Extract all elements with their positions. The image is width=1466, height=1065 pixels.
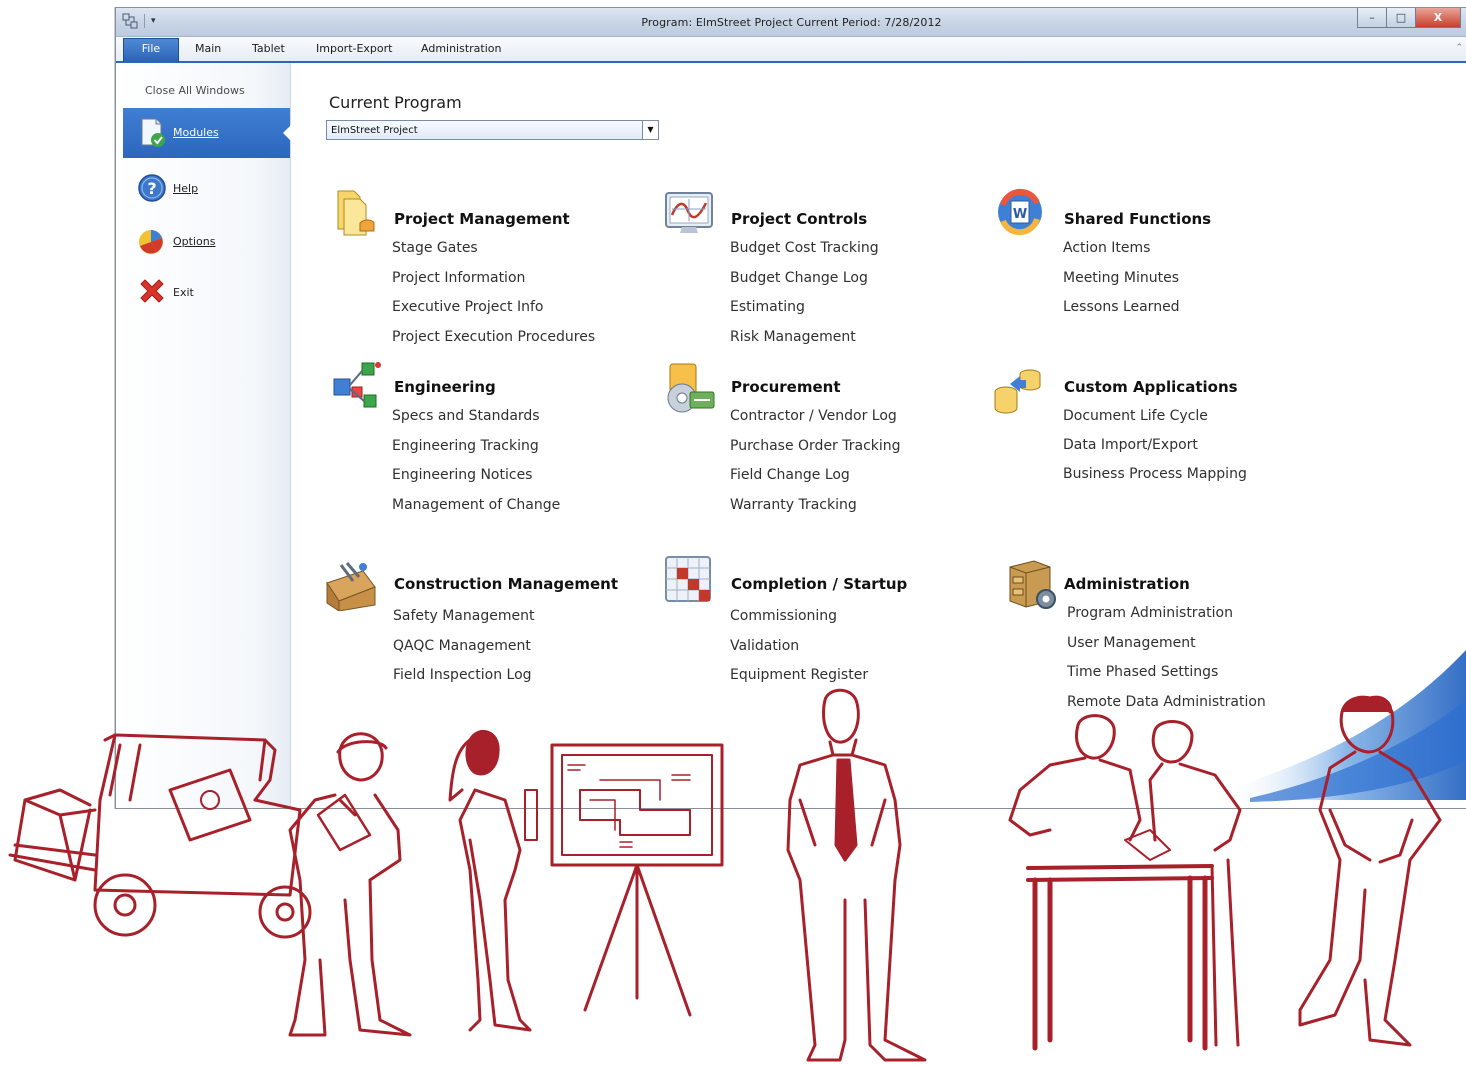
businessman-illustration	[786, 688, 927, 1062]
easel-floorplan-illustration	[550, 743, 724, 1017]
worker-with-clipboard-illustration	[288, 732, 412, 1037]
woman-with-folder-illustration	[448, 729, 538, 1032]
two-men-at-table-illustration	[1008, 714, 1242, 1051]
man-hands-on-hips-illustration	[1298, 695, 1442, 1047]
forklift-illustration	[8, 733, 312, 939]
illustration	[8, 688, 1442, 1062]
